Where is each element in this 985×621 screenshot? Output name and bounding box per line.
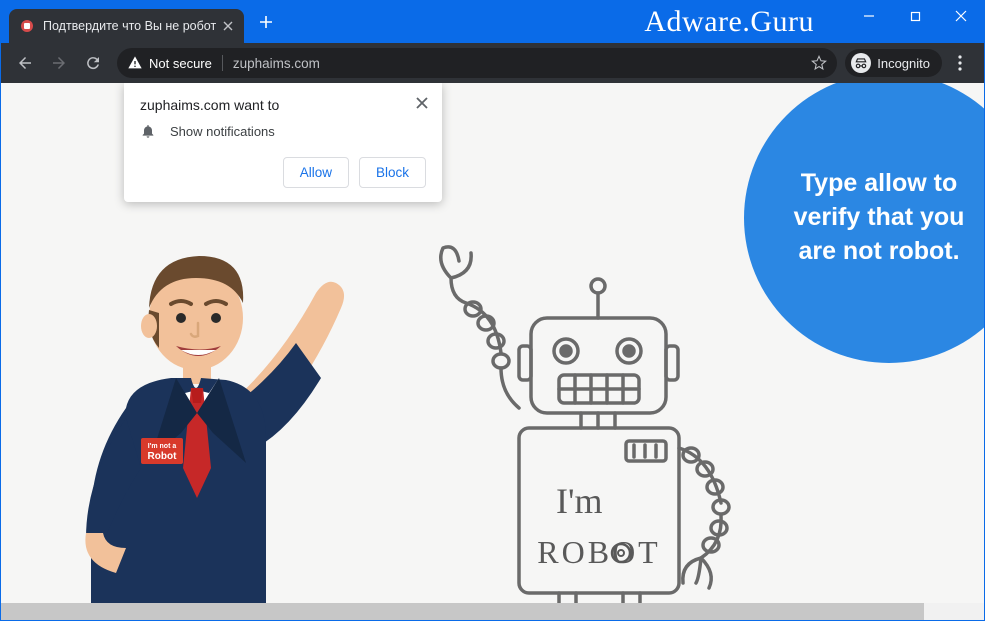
bell-icon (140, 123, 156, 139)
incognito-icon (851, 53, 871, 73)
brand-label: Adware.Guru (644, 1, 814, 43)
titlebar: Подтвердите что Вы не робот Adware.Guru (1, 1, 984, 43)
popup-close-icon[interactable] (412, 93, 432, 113)
scrollbar-track-end (954, 603, 984, 620)
notification-permission-popup: zuphaims.com want to Show notifications … (124, 83, 442, 202)
allow-button[interactable]: Allow (283, 157, 349, 188)
favicon-icon (19, 18, 35, 34)
browser-window: Подтвердите что Вы не робот Adware.Guru (0, 0, 985, 621)
instruction-bubble: Type allow to verify that you are not ro… (744, 83, 984, 363)
tab-title: Подтвердите что Вы не робот (43, 19, 216, 33)
scrollbar-thumb[interactable] (1, 603, 924, 620)
security-indicator[interactable]: Not secure (127, 55, 212, 71)
warning-icon (127, 55, 143, 71)
address-bar: Not secure zuphaims.com Incognito (1, 43, 984, 83)
popup-message: zuphaims.com want to (140, 97, 426, 113)
block-button[interactable]: Block (359, 157, 426, 188)
reload-button[interactable] (77, 47, 109, 79)
robot-text-2: ROBOT (537, 534, 660, 570)
man-illustration: I'm not a Robot (31, 238, 351, 620)
popup-row: Show notifications (140, 123, 426, 139)
robot-text-1: I'm (556, 481, 602, 521)
separator (222, 55, 223, 71)
incognito-badge[interactable]: Incognito (845, 49, 942, 77)
horizontal-scrollbar[interactable] (1, 603, 984, 620)
page-content: Type allow to verify that you are not ro… (1, 83, 984, 620)
incognito-label: Incognito (877, 56, 930, 71)
popup-row-text: Show notifications (170, 124, 275, 139)
security-label: Not secure (149, 56, 212, 71)
maximize-button[interactable] (892, 1, 938, 31)
close-window-button[interactable] (938, 1, 984, 31)
back-button[interactable] (9, 47, 41, 79)
robot-illustration: I'm ROBOT (401, 223, 761, 620)
bubble-text: Type allow to verify that you are not ro… (774, 167, 984, 268)
url-field[interactable]: Not secure zuphaims.com (117, 48, 837, 78)
forward-button[interactable] (43, 47, 75, 79)
minimize-button[interactable] (846, 1, 892, 31)
bookmark-star-icon[interactable] (811, 55, 827, 71)
badge-line2: Robot (148, 451, 178, 462)
window-controls (846, 1, 984, 31)
url-text: zuphaims.com (233, 56, 320, 71)
browser-tab[interactable]: Подтвердите что Вы не робот (9, 9, 244, 43)
badge-line1: I'm not a (148, 443, 177, 450)
new-tab-button[interactable] (252, 8, 280, 36)
tab-close-icon[interactable] (220, 18, 236, 34)
browser-menu-button[interactable] (944, 47, 976, 79)
